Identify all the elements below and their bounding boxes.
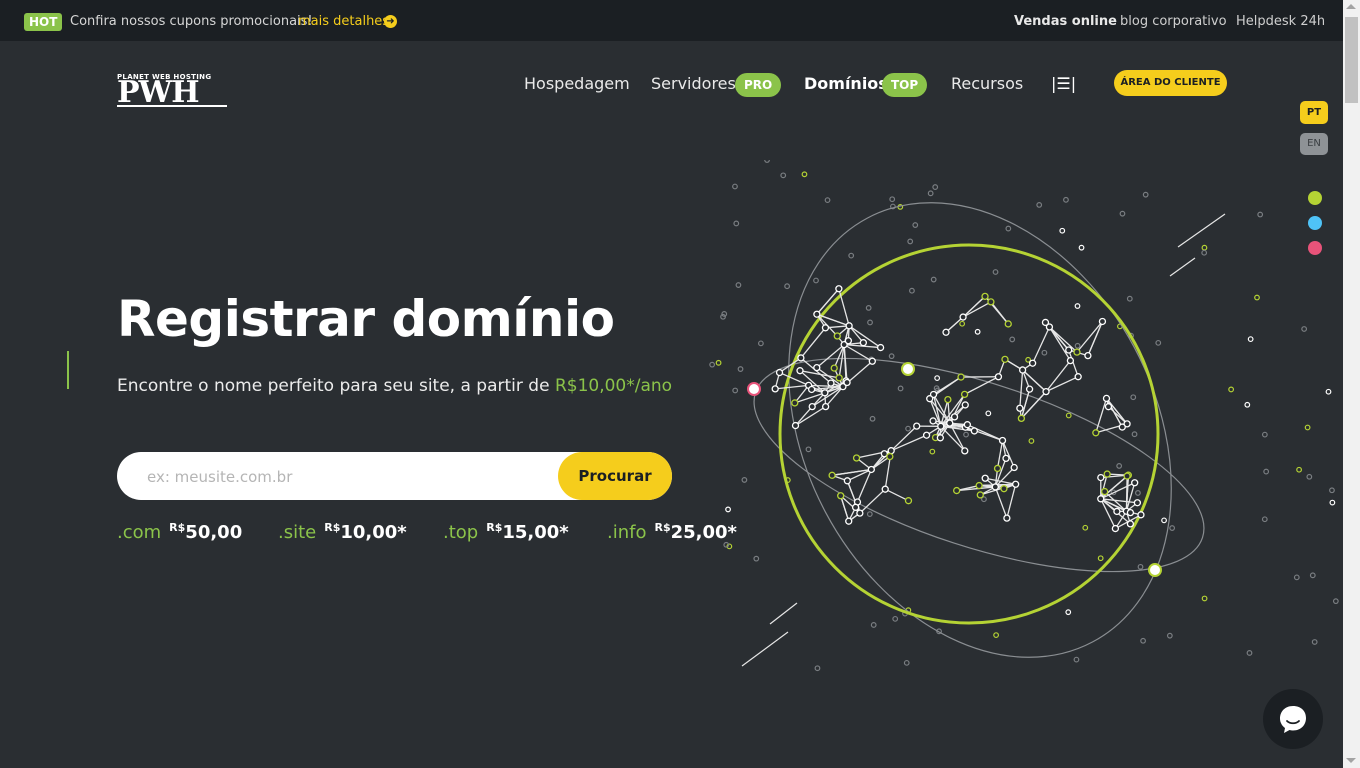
arrow-circle-right-icon[interactable]: ➜ — [384, 15, 397, 28]
tld-name: .site — [278, 522, 317, 543]
hero-subtitle: Encontre o nome perfeito para seu site, … — [117, 376, 672, 396]
language-en-button[interactable]: EN — [1300, 133, 1328, 155]
tld-name: .com — [117, 522, 162, 543]
tld-item: .top R$15,00* — [443, 521, 569, 543]
tld-price: 50,00 — [185, 522, 243, 543]
corporate-blog-link[interactable]: blog corporativo — [1120, 14, 1227, 29]
search-button[interactable]: Procurar — [558, 452, 672, 500]
scroll-up-arrow-icon[interactable] — [1346, 4, 1356, 9]
language-pt-button[interactable]: PT — [1300, 101, 1328, 124]
page-scrollbar[interactable] — [1343, 0, 1360, 768]
tld-currency: R$ — [169, 521, 186, 534]
chat-button[interactable] — [1263, 689, 1323, 749]
logo-main-text: PWH — [117, 75, 200, 110]
domain-search-box: Procurar — [117, 452, 672, 502]
nav-servidores[interactable]: Servidores — [651, 74, 736, 93]
tld-currency: R$ — [486, 521, 503, 534]
helpdesk-link[interactable]: Helpdesk 24h — [1236, 14, 1325, 29]
promo-details-link[interactable]: mais detalhes — [298, 14, 389, 29]
nav-hospedagem[interactable]: Hospedagem — [524, 74, 630, 93]
hero-subtitle-price: R$10,00*/ano — [554, 376, 673, 396]
tld-price: 15,00* — [502, 522, 569, 543]
tld-name: .top — [443, 522, 479, 543]
top-badge: TOP — [882, 73, 928, 97]
hero-subtitle-text: Encontre o nome perfeito para seu site, … — [117, 376, 550, 396]
tld-price: 25,00* — [670, 522, 737, 543]
pro-badge: PRO — [735, 73, 782, 97]
tld-currency: R$ — [654, 521, 671, 534]
tld-item: .info R$25,00* — [607, 521, 737, 543]
menu-icon[interactable]: |☰| — [1051, 74, 1076, 93]
online-sales-link[interactable]: Vendas online — [1014, 14, 1117, 29]
tld-price: 10,00* — [340, 522, 407, 543]
hero-title: Registrar domínio — [117, 290, 615, 348]
logo-underline — [117, 105, 227, 107]
nav-dominios[interactable]: Domínios — [804, 74, 888, 93]
scrollbar-thumb[interactable] — [1345, 17, 1358, 103]
tld-name: .info — [607, 522, 647, 543]
client-area-button[interactable]: ÁREA DO CLIENTE — [1114, 70, 1227, 96]
hero-accent-bar — [67, 351, 69, 389]
tld-item: .com R$50,00 — [117, 521, 243, 543]
hot-badge: HOT — [24, 13, 63, 31]
tld-item: .site R$10,00* — [278, 521, 407, 543]
tld-currency: R$ — [324, 521, 341, 534]
top-bar: HOT Confira nossos cupons promocionais! … — [0, 0, 1343, 41]
chat-bubble-icon — [1280, 706, 1306, 733]
logo[interactable]: PLANET WEB HOSTING PWH — [117, 73, 227, 109]
scroll-down-arrow-icon[interactable] — [1346, 758, 1356, 763]
domain-search-input[interactable] — [145, 452, 549, 502]
globe-network-illustration — [709, 160, 1339, 672]
promo-text: Confira nossos cupons promocionais! — [70, 14, 313, 29]
nav-recursos[interactable]: Recursos — [951, 74, 1023, 93]
